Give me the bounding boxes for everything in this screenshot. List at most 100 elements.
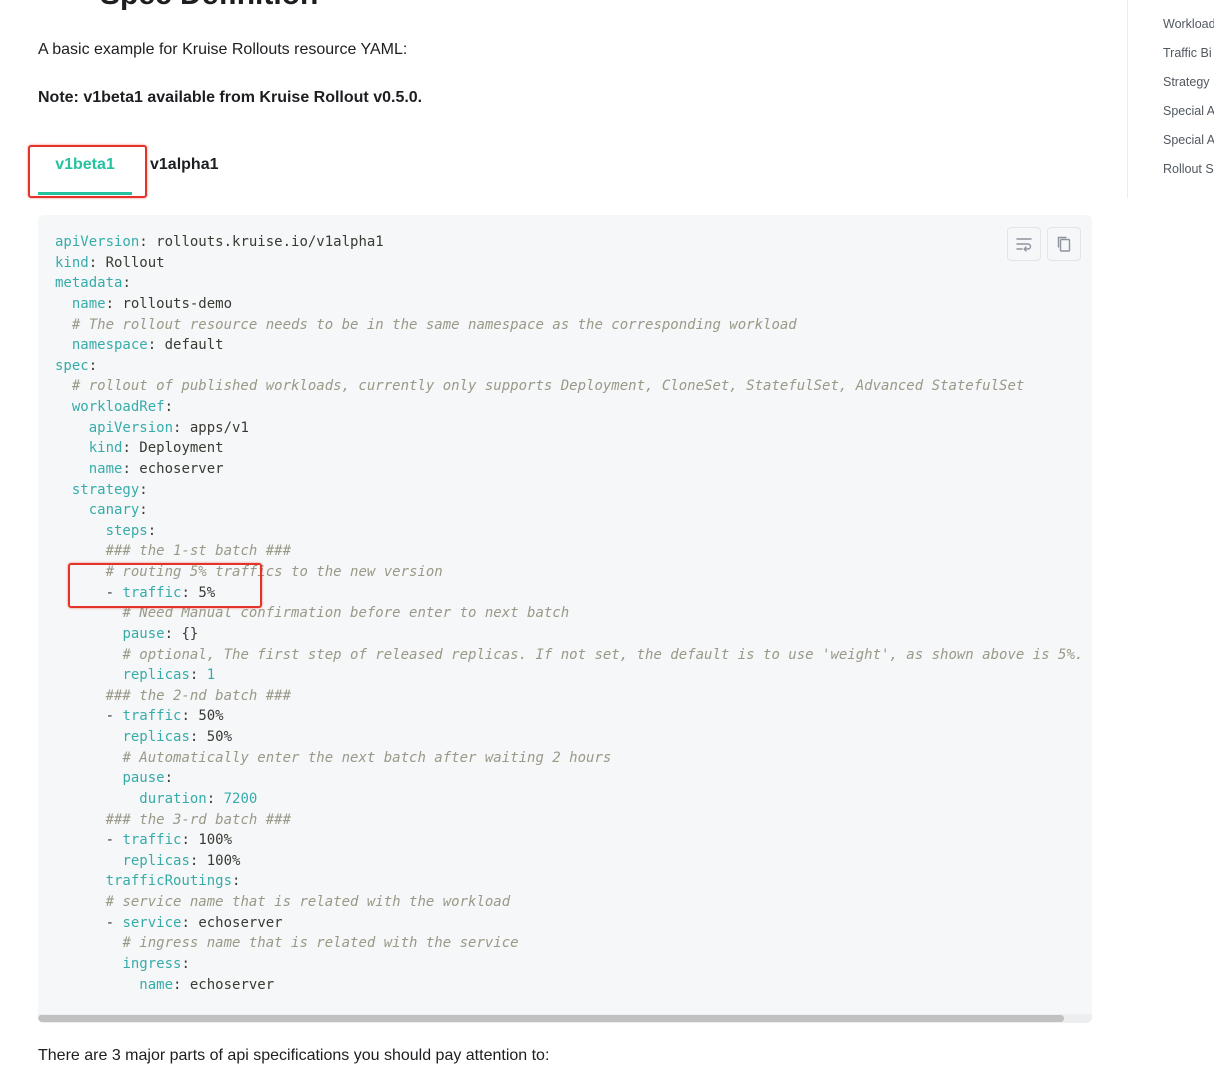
code-line: # rollout of published workloads, curren… <box>55 376 1092 397</box>
scrollbar-thumb[interactable] <box>38 1015 1064 1022</box>
code-key: workloadRef <box>71 399 165 415</box>
code-line: ### the 2-nd batch ### <box>55 686 1092 707</box>
code-value: 50% <box>198 729 233 745</box>
code-line: replicas: 100% <box>122 852 241 869</box>
code-value: echoserver <box>189 914 283 931</box>
code-line: steps: <box>105 522 157 539</box>
code-value: 100% <box>198 852 241 869</box>
toc-item[interactable]: Rollout S <box>1163 162 1214 176</box>
code-key: apiVersion <box>88 419 174 436</box>
code-block: apiVersion: rollouts.kruise.io/v1alpha1 k… <box>38 215 1092 1023</box>
code-line: ### the 3-rd batch ### <box>55 810 1092 831</box>
horizontal-scrollbar[interactable] <box>38 1014 1092 1023</box>
tab-v1alpha1[interactable]: v1alpha1 <box>150 146 218 192</box>
code-key: traffic <box>122 832 182 849</box>
code-line: namespace: default <box>71 337 224 354</box>
code-key: kind <box>55 254 89 271</box>
code-value: {} <box>173 625 199 642</box>
code-value: default <box>156 337 224 354</box>
code-comment: # The rollout resource needs to be in th… <box>71 316 797 333</box>
code-line: # routing 5% traffics to the new version <box>55 562 1092 583</box>
code-line: duration: 7200 <box>139 790 258 807</box>
code-line: pause: {} <box>122 625 199 642</box>
code-key: traffic <box>122 708 182 725</box>
code-line: ### the 1-st batch ### <box>55 541 1092 562</box>
code-line: # Need Manual confirmation before enter … <box>55 603 1092 624</box>
code-value: 100% <box>189 832 233 849</box>
toc-item[interactable]: Strategy <box>1163 75 1210 89</box>
code-line: canary: <box>88 502 148 519</box>
code-key: duration <box>139 790 207 807</box>
code-line: # Automatically enter the next batch aft… <box>55 748 1092 769</box>
code-value: Deployment <box>130 440 224 457</box>
code-line: ingress: <box>122 955 190 972</box>
code-key: spec <box>55 357 89 374</box>
code-value: Rollout <box>97 254 165 271</box>
code-key: namespace <box>71 337 148 354</box>
toc-item[interactable]: Traffic Bi <box>1163 46 1212 60</box>
code-line: strategy: <box>71 481 148 498</box>
yaml-code: apiVersion: rollouts.kruise.io/v1alpha1 k… <box>55 232 1092 995</box>
code-key: replicas <box>122 667 190 684</box>
code-key: traffic <box>122 584 182 601</box>
code-line: name: rollouts-demo <box>71 295 233 312</box>
code-key: metadata <box>55 275 123 292</box>
code-line: kind: Deployment <box>88 440 224 457</box>
code-line: metadata: <box>55 275 131 292</box>
code-key: canary <box>88 502 140 519</box>
code-number: 1 <box>198 667 216 684</box>
code-line: apiVersion: apps/v1 <box>88 419 249 436</box>
version-note: Note: v1beta1 available from Kruise Roll… <box>38 89 423 106</box>
wrap-lines-button[interactable] <box>1007 227 1041 261</box>
code-comment: # service name that is related with the … <box>105 894 511 910</box>
code-line: # service name that is related with the … <box>55 892 1092 913</box>
wrap-lines-icon <box>1016 238 1032 252</box>
code-comment: # rollout of published workloads, curren… <box>71 378 1025 395</box>
code-line: - traffic: 100% <box>105 832 233 849</box>
code-line: pause: <box>122 770 174 787</box>
code-line: - traffic: 5% <box>105 584 216 601</box>
code-comment: # optional, The first step of released r… <box>122 646 1084 663</box>
code-value: echoserver <box>130 460 224 477</box>
code-comment: ### the 1-st batch ### <box>105 543 292 560</box>
code-value: apps/v1 <box>181 419 249 436</box>
code-key: replicas <box>122 729 190 745</box>
intro-text: A basic example for Kruise Rollouts reso… <box>38 41 408 58</box>
copy-code-button[interactable] <box>1047 227 1081 261</box>
code-line: replicas: 50% <box>122 729 233 745</box>
copy-icon <box>1057 236 1071 252</box>
code-key: kind <box>88 440 123 457</box>
code-key: service <box>122 914 182 931</box>
code-key: name <box>88 460 123 477</box>
code-key: ingress <box>122 955 182 972</box>
tab-v1beta1[interactable]: v1beta1 <box>38 146 132 195</box>
code-key: name <box>71 295 106 312</box>
code-line: apiVersion: rollouts.kruise.io/v1alpha1 <box>55 234 384 250</box>
code-line: trafficRoutings: <box>105 873 241 890</box>
code-line: name: echoserver <box>139 976 275 993</box>
code-line: - traffic: 50% <box>105 708 224 725</box>
code-line: replicas: 1 <box>122 667 216 684</box>
code-line: # The rollout resource needs to be in th… <box>55 315 1092 336</box>
code-key: pause <box>122 770 165 787</box>
code-number: 7200 <box>215 790 258 807</box>
code-value: rollouts-demo <box>114 295 233 312</box>
code-key: trafficRoutings <box>105 873 233 890</box>
page-heading: Spec Definition <box>100 0 318 12</box>
code-comment: ### the 2-nd batch ### <box>105 687 292 704</box>
code-value: 5% <box>189 584 216 601</box>
toc-item[interactable]: Workload <box>1163 17 1214 31</box>
code-value: 50% <box>189 708 224 725</box>
code-line: kind: Rollout <box>55 254 165 271</box>
code-key: name <box>139 976 174 993</box>
code-key: steps <box>105 522 148 539</box>
code-key: apiVersion <box>55 234 140 250</box>
code-comment: # ingress name that is related with the … <box>122 935 519 952</box>
toc-item[interactable]: Special A <box>1163 133 1214 147</box>
code-value: echoserver <box>181 976 275 993</box>
toc-item[interactable]: Special A <box>1163 104 1214 118</box>
table-of-contents: Workload Traffic Bi Strategy Special A S… <box>1127 0 1214 198</box>
code-line: # ingress name that is related with the … <box>55 933 1092 954</box>
outro-text: There are 3 major parts of api specifica… <box>38 1047 550 1064</box>
code-comment: ### the 3-rd batch ### <box>105 811 292 828</box>
